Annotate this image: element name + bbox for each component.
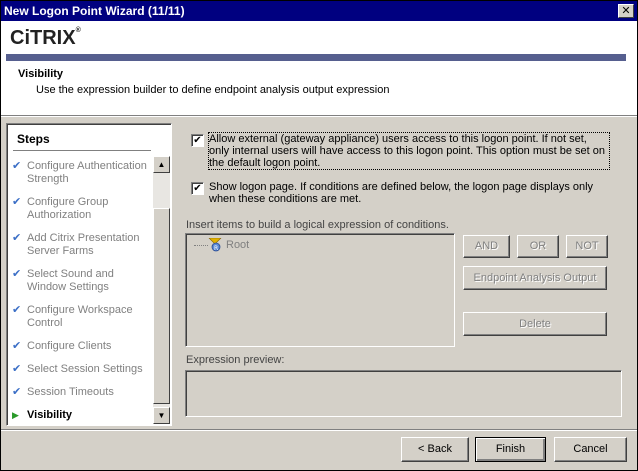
and-button[interactable]: AND bbox=[463, 235, 510, 258]
step-label: Select Sound and Window Settings bbox=[27, 268, 114, 293]
checkmark-icon: ✔ bbox=[12, 160, 22, 172]
expression-preview bbox=[185, 370, 622, 417]
checkmark-icon: ✔ bbox=[12, 196, 22, 208]
show-logon-page-label: Show logon page. If conditions are defin… bbox=[209, 181, 594, 205]
page-description: Use the expression builder to define end… bbox=[36, 84, 390, 96]
brand-bar bbox=[6, 54, 626, 61]
checkmark-icon: ✔ bbox=[12, 340, 22, 352]
step-label: Configure Authentication Strength bbox=[27, 160, 147, 185]
steps-title: Steps bbox=[17, 132, 50, 146]
arrow-down-icon: ▼ bbox=[157, 411, 166, 420]
steps-scrollbar[interactable]: ▲ ▼ bbox=[153, 156, 170, 424]
allow-external-checkbox[interactable]: ✔ bbox=[191, 134, 204, 147]
tree-root-label[interactable]: Root bbox=[226, 239, 249, 251]
header-divider bbox=[1, 115, 637, 117]
step-label: Configure Group Authorization bbox=[27, 196, 109, 221]
finish-button[interactable]: Finish bbox=[475, 437, 546, 462]
svg-text:R: R bbox=[214, 245, 218, 252]
tree-connector bbox=[194, 245, 208, 246]
checkmark-icon: ✔ bbox=[12, 386, 22, 398]
cancel-button[interactable]: Cancel bbox=[554, 437, 627, 462]
steps-divider bbox=[13, 150, 151, 151]
not-button[interactable]: NOT bbox=[566, 235, 608, 258]
close-button[interactable]: ✕ bbox=[618, 4, 634, 18]
allow-external-label: Allow external (gateway appliance) users… bbox=[208, 132, 610, 170]
step-label: Select Session Settings bbox=[27, 363, 143, 375]
steps-panel: Steps ✔ Configure Authentication Strengt… bbox=[6, 123, 172, 426]
checkmark-icon: ✔ bbox=[12, 363, 22, 375]
step-label: Visibility bbox=[27, 409, 73, 421]
insert-items-label: Insert items to build a logical expressi… bbox=[186, 219, 449, 231]
allow-external-option[interactable]: ✔ Allow external (gateway appliance) use… bbox=[191, 132, 623, 171]
scroll-down-button[interactable]: ▼ bbox=[153, 407, 170, 424]
title-bar: New Logon Point Wizard (11/11) ✕ bbox=[1, 1, 637, 21]
wizard-window: New Logon Point Wizard (11/11) ✕ CiTRIX®… bbox=[0, 0, 638, 471]
show-logon-page-checkbox[interactable]: ✔ bbox=[191, 182, 204, 195]
step-label: Configure Workspace Control bbox=[27, 304, 133, 329]
step-label: Session Timeouts bbox=[27, 386, 114, 398]
step-label: Add Citrix Presentation Server Farms bbox=[27, 232, 140, 257]
close-icon: ✕ bbox=[621, 5, 631, 17]
checkmark-icon: ✔ bbox=[12, 232, 22, 244]
scroll-thumb[interactable] bbox=[153, 208, 170, 404]
page-title: Visibility bbox=[18, 68, 64, 80]
condition-root-icon: R bbox=[208, 237, 222, 252]
back-button[interactable]: < Back bbox=[401, 437, 469, 462]
citrix-logo: CiTRIX® bbox=[10, 27, 81, 49]
scroll-up-button[interactable]: ▲ bbox=[153, 156, 170, 173]
current-step-arrow-icon: ▶ bbox=[12, 410, 19, 420]
or-button[interactable]: OR bbox=[517, 235, 559, 258]
step-label: Configure Clients bbox=[27, 340, 112, 352]
checkmark-icon: ✔ bbox=[12, 304, 22, 316]
endpoint-analysis-output-button[interactable]: Endpoint Analysis Output bbox=[463, 266, 607, 290]
footer-divider bbox=[1, 429, 637, 431]
wizard-header: CiTRIX® Visibility Use the expression bu… bbox=[1, 21, 637, 117]
arrow-up-icon: ▲ bbox=[157, 160, 166, 169]
window-title: New Logon Point Wizard (11/11) bbox=[4, 4, 185, 18]
expression-tree[interactable]: R Root bbox=[185, 233, 455, 347]
show-logon-page-option[interactable]: ✔ Show logon page. If conditions are def… bbox=[191, 181, 623, 207]
delete-button[interactable]: Delete bbox=[463, 312, 607, 336]
expression-preview-label: Expression preview: bbox=[186, 354, 285, 366]
checkmark-icon: ✔ bbox=[12, 268, 22, 280]
